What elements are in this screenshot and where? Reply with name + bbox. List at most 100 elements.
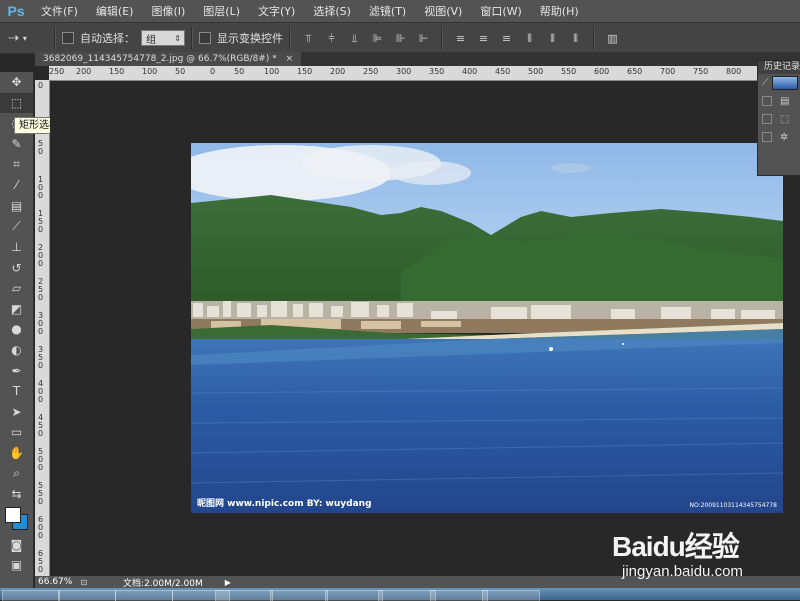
distribute-bottom-icon[interactable]: ≡ xyxy=(500,32,513,45)
history-snapshot[interactable]: ⟋ xyxy=(758,74,800,92)
healing-brush-tool[interactable]: ▤ xyxy=(0,196,33,217)
align-vcenter-icon[interactable]: ⫩ xyxy=(325,32,338,45)
bucket-icon: ◩ xyxy=(10,301,23,316)
hand-tool[interactable]: ✋ xyxy=(0,443,33,464)
document-icon: ▤ xyxy=(780,95,790,107)
ruler-tick: 250 xyxy=(363,67,379,76)
auto-select-dropdown[interactable]: 组 xyxy=(141,30,185,46)
screen-mode[interactable]: ▣ xyxy=(0,555,33,576)
drop-icon: ● xyxy=(11,322,22,337)
menu-layer[interactable]: 图层(L) xyxy=(194,3,249,19)
eyedropper-tool[interactable]: ⁄ xyxy=(0,175,33,196)
align-right-icon[interactable]: ⊩ xyxy=(417,32,430,45)
history-item[interactable]: ▤ xyxy=(758,92,800,110)
ruler-tick: 700 xyxy=(660,67,676,76)
brush-icon: ⟋ xyxy=(762,78,769,88)
eyedropper-icon: ⁄ xyxy=(15,178,18,193)
menu-view[interactable]: 视图(V) xyxy=(415,3,471,19)
play-arrow-icon[interactable]: ▶ xyxy=(225,578,231,587)
distribute-vcenter-icon[interactable]: ≡ xyxy=(477,32,490,45)
distribute-hcenter-icon[interactable]: ⦀ xyxy=(546,32,559,45)
taskbar-item[interactable] xyxy=(430,590,488,601)
ruler-tick: 6 0 0 xyxy=(38,515,44,540)
color-swatches[interactable] xyxy=(0,504,33,534)
taskbar-item[interactable] xyxy=(115,590,173,601)
move-icon: ⇢ xyxy=(8,30,19,46)
align-left-icon[interactable]: ⊫ xyxy=(371,32,384,45)
taskbar-item[interactable] xyxy=(482,590,540,601)
type-tool[interactable]: T xyxy=(0,381,33,402)
history-brush-icon: ↺ xyxy=(11,260,22,275)
eraser-tool[interactable]: ▱ xyxy=(0,278,33,299)
path-selection-tool[interactable]: ➤ xyxy=(0,402,33,423)
menu-file[interactable]: 文件(F) xyxy=(32,3,87,19)
foreground-color[interactable] xyxy=(5,507,21,524)
zoom-level[interactable]: 66.67% xyxy=(38,577,72,587)
horizontal-ruler[interactable]: 250 200 150 100 50 0 50 100 150 200 250 … xyxy=(49,66,800,81)
auto-select-checkbox[interactable] xyxy=(62,32,74,44)
history-brush-tool[interactable]: ↺ xyxy=(0,257,33,278)
menu-edit[interactable]: 编辑(E) xyxy=(87,3,143,19)
menu-help[interactable]: 帮助(H) xyxy=(531,3,588,19)
distribute-top-icon[interactable]: ≡ xyxy=(454,32,467,45)
menu-window[interactable]: 窗口(W) xyxy=(471,3,530,19)
align-bottom-icon[interactable]: ⫫ xyxy=(348,32,361,45)
zoom-tool[interactable]: ⌕ xyxy=(0,463,33,484)
paint-bucket-tool[interactable]: ◩ xyxy=(0,299,33,320)
menu-select[interactable]: 选择(S) xyxy=(304,3,360,19)
rectangular-marquee-tool[interactable]: ⬚ xyxy=(0,92,33,114)
menu-type[interactable]: 文字(Y) xyxy=(249,3,304,19)
history-checkbox[interactable] xyxy=(762,96,772,106)
move-tool[interactable]: ✥ xyxy=(0,72,33,93)
ruler-tick: 500 xyxy=(528,67,544,76)
show-transform-checkbox[interactable] xyxy=(199,32,211,44)
options-bar: ⇢▾ 自动选择： 组 显示变换控件 ⫪ ⫩ ⫫ ⊫ ⊪ ⊩ ≡ ≡ ≡ ⦀ ⦀ … xyxy=(0,22,800,54)
status-menu-icon[interactable]: ⊡ xyxy=(80,578,87,587)
move-icon: ✥ xyxy=(11,75,22,90)
history-item[interactable]: ✲ xyxy=(758,128,800,146)
taskbar-item[interactable] xyxy=(215,590,273,601)
taskbar-item[interactable] xyxy=(270,590,328,601)
history-panel: 历史记录 ⟋ ▤ ⬚ ✲ xyxy=(757,60,800,176)
swap-colors[interactable]: ⇆ xyxy=(0,484,33,505)
history-panel-title[interactable]: 历史记录 xyxy=(758,61,800,74)
ruler-tick: 550 xyxy=(561,67,577,76)
history-checkbox[interactable] xyxy=(762,114,772,124)
taskbar-item[interactable] xyxy=(325,590,383,601)
document-tab-bar: 3682069_114345754778_2.jpg @ 66.7%(RGB/8… xyxy=(35,52,800,66)
menu-image[interactable]: 图像(I) xyxy=(142,3,194,19)
align-hcenter-icon[interactable]: ⊪ xyxy=(394,32,407,45)
marquee-icon: ⬚ xyxy=(10,95,23,110)
dropdown-arrow-icon: ▾ xyxy=(22,33,27,43)
document-tab[interactable]: 3682069_114345754778_2.jpg @ 66.7%(RGB/8… xyxy=(35,52,302,66)
vertical-ruler[interactable]: 0 5 0 1 0 0 1 5 0 2 0 0 2 5 0 3 0 0 3 5 … xyxy=(35,80,50,576)
crop-tool[interactable]: ⌗ xyxy=(0,154,33,175)
history-item[interactable]: ⬚ xyxy=(758,110,800,128)
ruler-tick: 650 xyxy=(627,67,643,76)
taskbar-item[interactable] xyxy=(58,590,116,601)
tools-panel: ✥ ⬚ ◌ ✎ ⌗ ⁄ ▤ ⟋ ⊥ ↺ ▱ ◩ ● ◐ ✒ T ➤ ▭ ✋ ⌕ … xyxy=(0,72,34,588)
history-checkbox[interactable] xyxy=(762,132,772,142)
ruler-tick: 400 xyxy=(462,67,478,76)
align-top-icon[interactable]: ⫪ xyxy=(302,32,315,45)
ruler-tick: 750 xyxy=(693,67,709,76)
brush-tool[interactable]: ⟋ xyxy=(0,216,33,237)
quick-mask-mode[interactable]: ◙ xyxy=(0,534,33,555)
distribute-left-icon[interactable]: ⦀ xyxy=(523,32,536,45)
pen-tool[interactable]: ✒ xyxy=(0,360,33,381)
auto-align-icon[interactable]: ▥ xyxy=(606,32,619,45)
move-tool-preset[interactable]: ⇢ ▾ xyxy=(8,27,48,49)
close-icon[interactable]: × xyxy=(286,54,294,64)
clone-stamp-tool[interactable]: ⊥ xyxy=(0,237,33,258)
ruler-tick: 200 xyxy=(76,67,92,76)
menu-filter[interactable]: 滤镜(T) xyxy=(360,3,415,19)
distribute-right-icon[interactable]: ⦀ xyxy=(569,32,582,45)
taskbar-item[interactable] xyxy=(2,590,60,601)
marquee-icon: ⬚ xyxy=(780,113,790,125)
document-image[interactable]: 昵图网 www.nipic.com BY: wuydang NO:2009110… xyxy=(191,143,783,513)
taskbar-item[interactable] xyxy=(378,590,436,601)
rectangle-tool[interactable]: ▭ xyxy=(0,422,33,443)
dodge-tool[interactable]: ◐ xyxy=(0,340,33,361)
quick-selection-tool[interactable]: ✎ xyxy=(0,134,33,155)
blur-tool[interactable]: ● xyxy=(0,319,33,340)
